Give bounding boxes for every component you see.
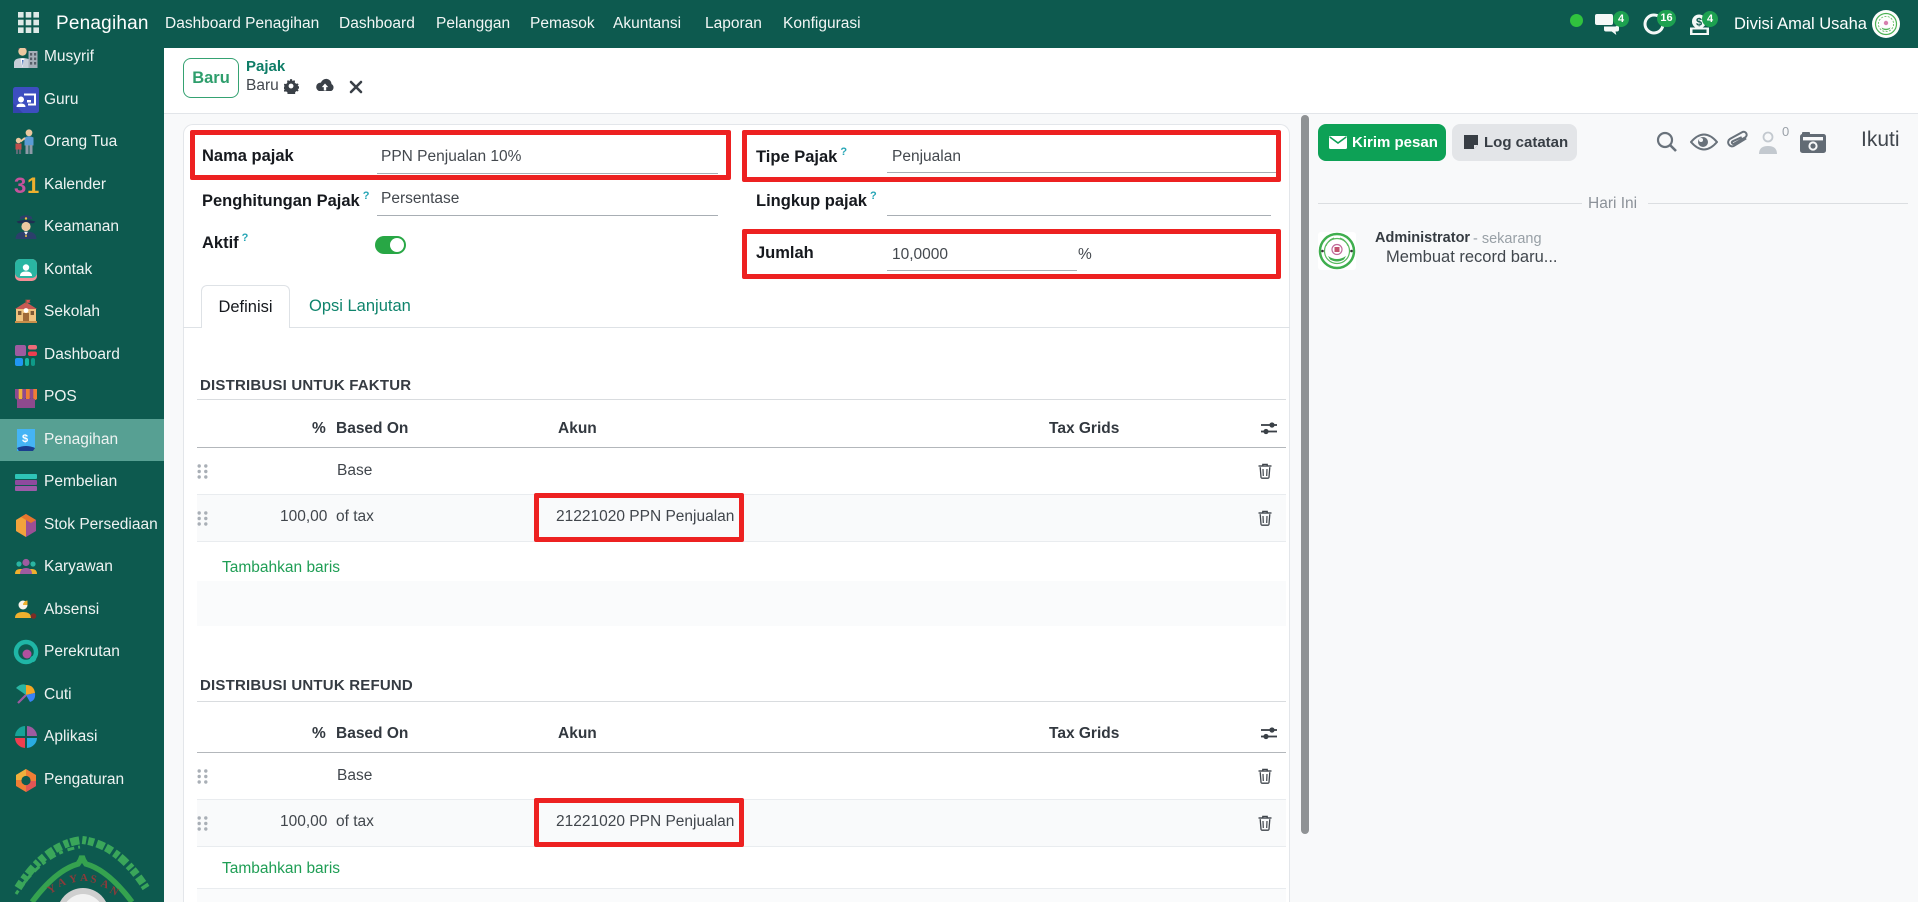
svg-text:A: A bbox=[80, 872, 88, 884]
svg-text:A: A bbox=[99, 878, 111, 892]
svg-text:3: 3 bbox=[14, 173, 26, 198]
svg-text:Y: Y bbox=[46, 882, 59, 896]
svg-text:N: N bbox=[108, 884, 121, 898]
svg-text:Y: Y bbox=[68, 873, 78, 886]
svg-text:1: 1 bbox=[27, 173, 39, 198]
svg-text:S: S bbox=[89, 873, 97, 886]
svg-text:A: A bbox=[56, 876, 68, 890]
svg-text:$: $ bbox=[22, 433, 28, 445]
